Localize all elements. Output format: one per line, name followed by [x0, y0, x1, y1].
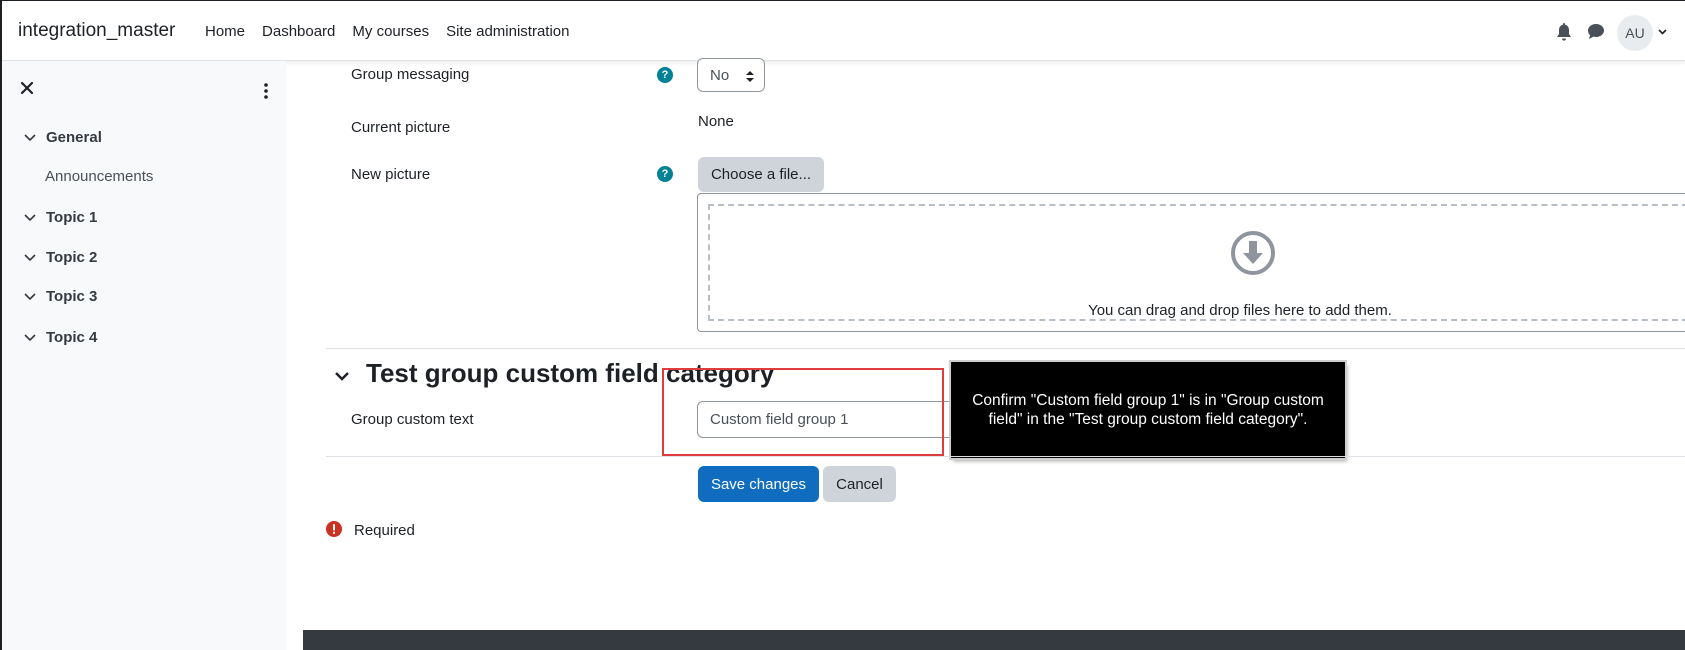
chevron-down-icon[interactable]	[24, 133, 36, 142]
chat-icon[interactable]	[1587, 23, 1605, 40]
chevron-down-icon[interactable]	[24, 333, 36, 342]
highlight-box	[662, 368, 944, 456]
group-messaging-select[interactable]: No	[697, 58, 765, 92]
group-messaging-value: No	[710, 67, 730, 84]
sidebar-item-announcements[interactable]: Announcements	[45, 168, 153, 185]
dropzone-text: You can drag and drop files here to add …	[1088, 302, 1392, 319]
user-avatar[interactable]: AU	[1617, 15, 1653, 51]
nav-home[interactable]: Home	[205, 23, 245, 40]
chevron-down-icon[interactable]	[1658, 29, 1667, 35]
sidebar-section-general[interactable]: General	[2, 129, 102, 146]
nav-dashboard[interactable]: Dashboard	[262, 23, 335, 40]
primary-navigation: Home Dashboard My courses Site administr…	[205, 23, 570, 40]
sidebar-section-label: Topic 1	[46, 209, 98, 226]
download-arrow-icon	[1231, 231, 1275, 275]
chevron-down-icon[interactable]	[24, 213, 36, 222]
required-icon	[326, 521, 342, 537]
current-picture-value: None	[698, 113, 734, 130]
sidebar-section-topic-3[interactable]: Topic 3	[2, 288, 97, 305]
sidebar-section-topic-2[interactable]: Topic 2	[2, 249, 97, 266]
nav-my-courses[interactable]: My courses	[352, 23, 429, 40]
sidebar-section-topic-1[interactable]: Topic 1	[2, 209, 97, 226]
more-options-icon[interactable]	[264, 83, 268, 99]
sidebar-section-label: Topic 4	[46, 329, 98, 346]
current-picture-label: Current picture	[351, 119, 451, 136]
top-navbar: integration_master Home Dashboard My cou…	[2, 1, 1685, 61]
sidebar-section-topic-4[interactable]: Topic 4	[2, 329, 97, 346]
chevron-down-icon[interactable]	[24, 292, 36, 301]
nav-site-administration[interactable]: Site administration	[446, 23, 569, 40]
divider	[326, 348, 1685, 349]
page-footer	[303, 630, 1685, 650]
help-icon[interactable]: ?	[657, 67, 673, 83]
close-icon[interactable]	[20, 81, 34, 95]
new-picture-label: New picture	[351, 166, 431, 183]
chevron-down-icon[interactable]	[334, 371, 350, 382]
file-picker: You can drag and drop files here to add …	[697, 193, 1685, 332]
group-custom-text-label: Group custom text	[351, 411, 474, 428]
required-label: Required	[354, 522, 415, 539]
file-dropzone[interactable]: You can drag and drop files here to add …	[708, 204, 1685, 321]
sidebar-section-label: Topic 2	[46, 249, 98, 266]
bell-icon[interactable]	[1556, 23, 1572, 41]
sort-arrows-icon	[746, 71, 754, 82]
save-changes-button[interactable]: Save changes	[698, 466, 819, 502]
course-index-drawer: General Announcements Topic 1 Topic 2 To…	[2, 61, 286, 650]
cancel-button[interactable]: Cancel	[823, 466, 896, 502]
instruction-tooltip: Confirm "Custom field group 1" is in "Gr…	[951, 362, 1345, 458]
chevron-down-icon[interactable]	[24, 253, 36, 262]
group-messaging-label: Group messaging	[351, 66, 470, 83]
site-brand[interactable]: integration_master	[18, 20, 175, 42]
choose-file-button[interactable]: Choose a file...	[698, 157, 824, 192]
sidebar-section-label: Topic 3	[46, 288, 98, 305]
sidebar-section-label: General	[46, 129, 102, 146]
help-icon[interactable]: ?	[657, 166, 673, 182]
divider	[326, 456, 1685, 457]
